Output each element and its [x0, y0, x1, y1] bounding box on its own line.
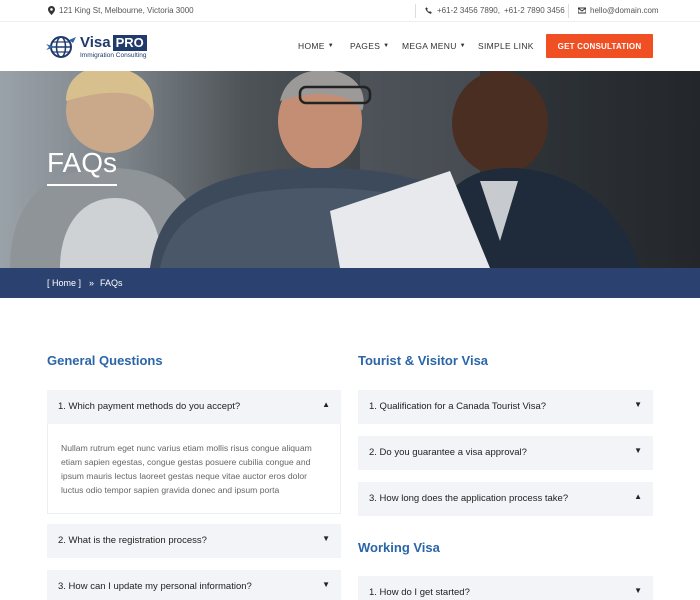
- faq-question: 2. Do you guarantee a visa approval?: [369, 447, 527, 458]
- faq-question: 2. What is the registration process?: [58, 535, 207, 546]
- top-bar: 121 King St, Melbourne, Victoria 3000 +6…: [0, 0, 700, 22]
- faq-question: 3. How can I update my personal informat…: [58, 581, 252, 592]
- nav-label: MEGA MENU: [402, 41, 457, 51]
- faq-answer-text: Nullam rutrum eget nunc varius etiam mol…: [61, 443, 312, 495]
- nav-label: PAGES: [350, 41, 381, 51]
- caret-down-icon: ▼: [327, 43, 334, 49]
- section-title-general: General Questions: [47, 353, 163, 368]
- section-title-tourist: Tourist & Visitor Visa: [358, 353, 489, 368]
- faq-item[interactable]: 3. How can I update my personal informat…: [47, 570, 341, 600]
- phone-icon: [425, 6, 432, 14]
- caret-down-icon: ▼: [459, 43, 466, 49]
- faq-question: 1. Qualification for a Canada Tourist Vi…: [369, 401, 547, 412]
- chevron-down-icon: ▼: [322, 580, 330, 589]
- nav-item-simple-link[interactable]: SIMPLE LINK: [478, 41, 534, 51]
- breadcrumb-current: FAQs: [100, 278, 123, 288]
- site-header: Visa PRO Immigration Consulting HOME ▼ PA…: [0, 22, 700, 71]
- logo-wordmark: Visa PRO: [80, 34, 147, 51]
- nav-item-home[interactable]: HOME ▼: [298, 41, 334, 51]
- phone-number-1[interactable]: +61-2 3456 7890,: [437, 6, 500, 15]
- logo-tagline: Immigration Consulting: [80, 52, 147, 59]
- logo-badge: PRO: [112, 34, 147, 51]
- email-link[interactable]: hello@domain.com: [590, 6, 659, 15]
- caret-down-icon: ▼: [383, 43, 390, 49]
- nav-label: HOME: [298, 41, 325, 51]
- faq-item[interactable]: 1. Qualification for a Canada Tourist Vi…: [358, 390, 653, 424]
- breadcrumb: [ Home ] » FAQs: [0, 268, 700, 298]
- nav-item-mega-menu[interactable]: MEGA MENU ▼: [402, 41, 466, 51]
- chevron-down-icon: ▼: [634, 400, 642, 409]
- envelope-icon: [578, 7, 586, 14]
- hero-banner: FAQs: [0, 71, 700, 268]
- faq-item[interactable]: 3. How long does the application process…: [358, 482, 653, 516]
- title-underline: [47, 184, 117, 186]
- breadcrumb-separator: »: [89, 278, 95, 288]
- chevron-up-icon: ▲: [634, 492, 642, 501]
- topbar-divider: [415, 4, 416, 18]
- faq-item[interactable]: 2. Do you guarantee a visa approval? ▼: [358, 436, 653, 470]
- chevron-down-icon: ▼: [634, 586, 642, 595]
- location-pin-icon: [48, 6, 55, 15]
- logo-brand-text: Visa: [80, 34, 111, 51]
- address-block: 121 King St, Melbourne, Victoria 3000: [48, 6, 194, 15]
- faq-question: 1. How do I get started?: [369, 587, 470, 598]
- chevron-down-icon: ▼: [634, 446, 642, 455]
- section-title-working: Working Visa: [358, 540, 440, 555]
- breadcrumb-home-link[interactable]: [ Home ]: [47, 278, 81, 288]
- email-block: hello@domain.com: [578, 6, 659, 15]
- globe-plane-icon: [46, 36, 76, 58]
- chevron-down-icon: ▼: [322, 534, 330, 543]
- topbar-divider: [568, 4, 569, 18]
- page-title: FAQs: [47, 147, 118, 178]
- nav-item-pages[interactable]: PAGES ▼: [350, 41, 389, 51]
- faq-item[interactable]: 2. What is the registration process? ▼: [47, 524, 341, 558]
- address-text: 121 King St, Melbourne, Victoria 3000: [59, 6, 194, 15]
- faq-item-open[interactable]: 1. Which payment methods do you accept? …: [47, 390, 341, 424]
- faq-item[interactable]: 1. How do I get started? ▼: [358, 576, 653, 600]
- get-consultation-button[interactable]: GET CONSULTATION: [546, 34, 653, 58]
- faq-answer: Nullam rutrum eget nunc varius etiam mol…: [47, 424, 341, 514]
- faq-question: 3. How long does the application process…: [369, 493, 569, 504]
- faq-question: 1. Which payment methods do you accept?: [58, 401, 241, 412]
- phone-number-2[interactable]: +61-2 7890 3456: [504, 6, 565, 15]
- nav-label: SIMPLE LINK: [478, 41, 534, 51]
- logo[interactable]: Visa PRO Immigration Consulting: [46, 34, 147, 60]
- chevron-up-icon: ▲: [322, 400, 330, 409]
- phone-block: +61-2 3456 7890, +61-2 7890 3456: [425, 6, 565, 15]
